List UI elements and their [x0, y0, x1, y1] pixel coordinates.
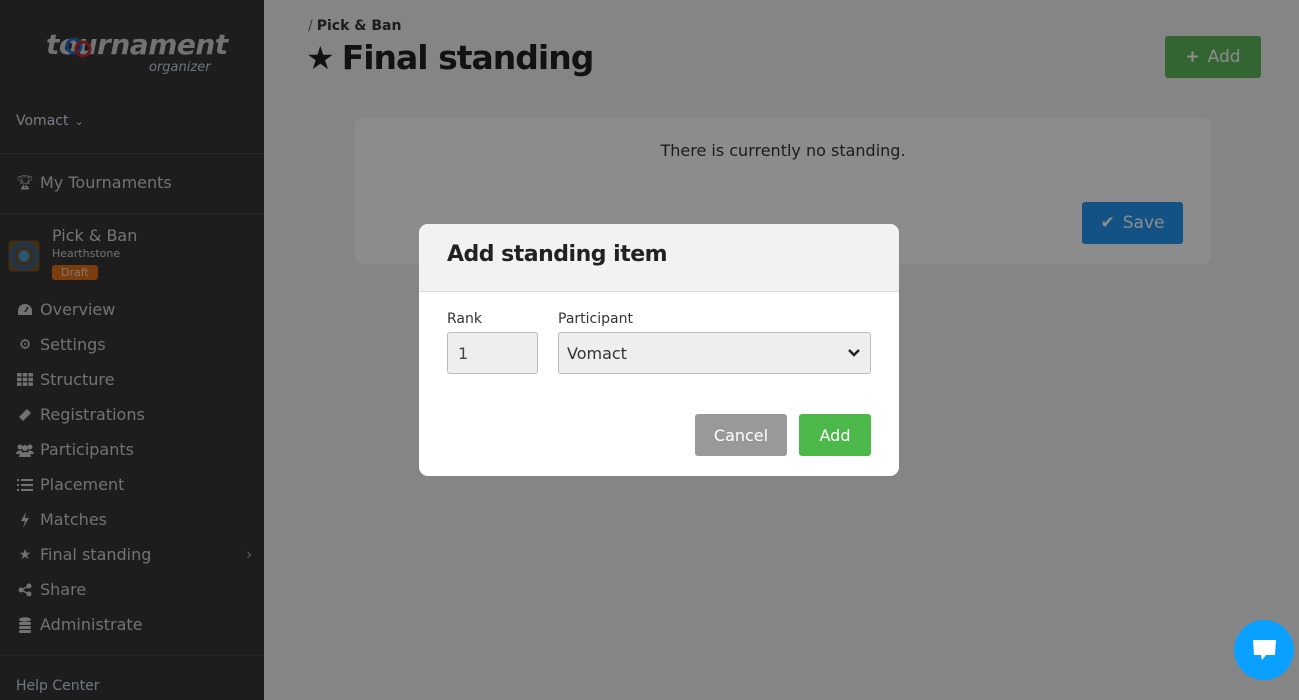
modal-title: Add standing item	[447, 242, 668, 267]
chat-bubble-icon	[1253, 640, 1276, 660]
modal-header: Add standing item	[419, 224, 899, 292]
participant-label: Participant	[558, 311, 633, 327]
chevron-down-icon	[848, 349, 860, 357]
rank-label: Rank	[447, 311, 482, 327]
confirm-add-button[interactable]: Add	[799, 414, 871, 456]
add-standing-modal: Add standing item Rank Participant Vomac…	[419, 224, 899, 476]
chat-widget-button[interactable]	[1234, 620, 1294, 680]
participant-select[interactable]: Vomact	[558, 332, 871, 374]
participant-selected-value: Vomact	[567, 343, 627, 363]
rank-input[interactable]	[447, 332, 538, 374]
cancel-button[interactable]: Cancel	[695, 414, 787, 456]
